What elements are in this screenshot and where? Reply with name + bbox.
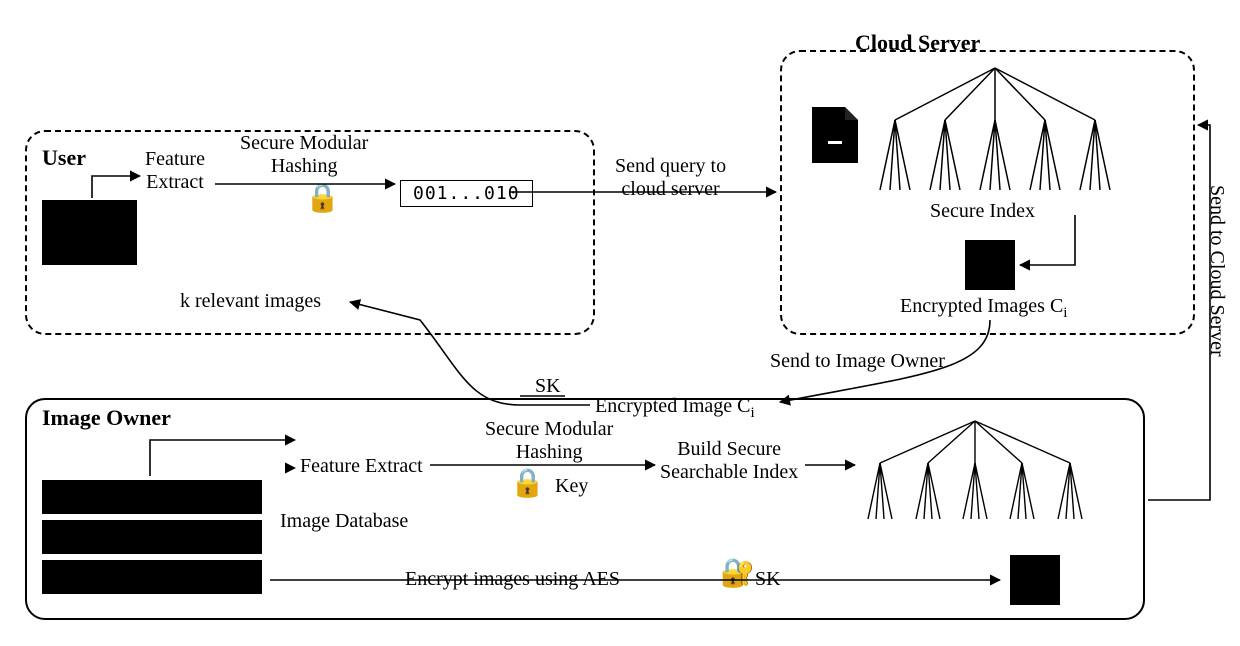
encrypted-image-ci-label: Encrypted Image Ci — [595, 395, 755, 422]
user-query-image — [42, 200, 137, 265]
owner-sk-label: SK — [755, 568, 781, 591]
k-relevant-label: k relevant images — [180, 290, 321, 313]
secure-index-label: Secure Index — [930, 200, 1035, 223]
user-feature-extract-label: Feature Extract — [145, 148, 205, 194]
lock-shield-icon: 🔐 — [720, 560, 750, 594]
user-secure-hashing-label: Secure Modular Hashing — [240, 132, 368, 178]
send-to-cloud-label: Send to Cloud Server — [1205, 185, 1228, 357]
image-database-stack — [42, 480, 262, 594]
owner-secure-hashing-label: Secure Modular Hashing — [485, 418, 613, 464]
cloud-encrypted-image — [965, 240, 1015, 290]
cloud-tree-icon — [870, 60, 1120, 205]
file-icon — [810, 105, 860, 165]
lock-icon: 🔒 — [305, 185, 335, 219]
owner-tree-icon — [860, 415, 1090, 530]
user-title: User — [42, 145, 86, 171]
build-index-label: Build Secure Searchable Index — [660, 438, 798, 484]
user-hash-code: 001...010 — [400, 180, 533, 207]
send-to-owner-label: Send to Image Owner — [770, 350, 945, 373]
image-database-label: Image Database — [280, 510, 408, 533]
owner-title: Image Owner — [42, 405, 171, 431]
owner-feature-extract-label: Feature Extract — [300, 455, 423, 478]
send-query-label: Send query to cloud server — [615, 155, 726, 201]
cloud-title: Cloud Server — [855, 30, 980, 56]
lock-icon: 🔒 — [510, 470, 540, 504]
sk-flow-label: SK — [535, 375, 561, 398]
encrypt-aes-label: Encrypt images using AES — [405, 568, 620, 591]
owner-key-label: Key — [555, 475, 588, 498]
cloud-encrypted-images-label: Encrypted Images Ci — [900, 295, 1067, 322]
owner-encrypted-image — [1010, 555, 1060, 605]
